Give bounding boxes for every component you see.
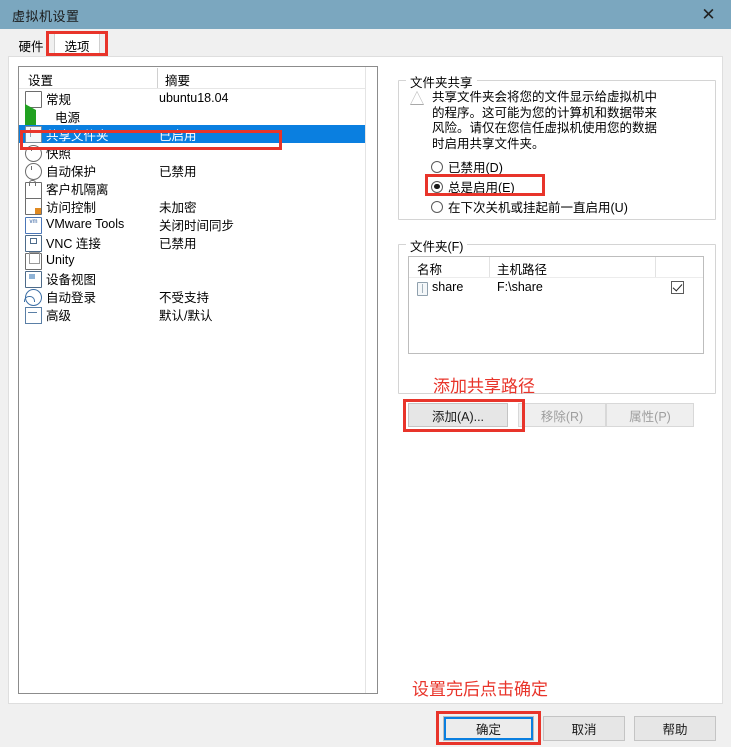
radio-disabled[interactable]: 已禁用(D)	[426, 158, 503, 175]
device-view-icon	[25, 270, 42, 288]
list-item-label: 高级	[46, 308, 72, 323]
snapshot-icon	[25, 144, 42, 162]
help-label: 帮助	[662, 723, 688, 737]
folder-icon	[417, 282, 428, 296]
list-item-label: 共享文件夹	[46, 128, 109, 143]
radio-always-enabled[interactable]: 总是启用(E)	[426, 178, 515, 195]
folder-name: share	[432, 280, 464, 294]
list-item-shared-folders[interactable]: 共享文件夹 已启用	[19, 125, 365, 143]
vnc-icon	[25, 234, 42, 252]
access-control-icon	[25, 198, 42, 215]
radio-disabled-label: 已禁用(D)	[448, 161, 503, 175]
ok-label: 确定	[475, 723, 501, 737]
column-header-name: 名称	[417, 263, 443, 277]
column-header-host-path: 主机路径	[497, 263, 548, 277]
list-item-advanced[interactable]: 高级 默认/默认	[19, 305, 365, 324]
folders-legend: 文件夹(F)	[406, 236, 468, 255]
list-item-power[interactable]: 电源	[19, 103, 365, 131]
ok-button[interactable]: 确定	[443, 716, 534, 741]
folders-table[interactable]: 名称 主机路径 share F:\share	[408, 256, 704, 354]
add-folder-button[interactable]: 添加(A)...	[408, 403, 508, 427]
title-bar: 虚拟机设置 ✕	[0, 0, 731, 29]
list-item-label: 自动登录	[46, 290, 97, 305]
list-item-label: 快照	[46, 146, 72, 161]
clock-icon	[25, 162, 42, 180]
list-item-summary: 未加密	[159, 200, 197, 215]
annotation-click-ok: 设置完后点击确定	[412, 680, 548, 699]
folder-properties-button[interactable]: 属性(P)	[606, 403, 694, 427]
column-divider	[157, 68, 158, 88]
column-header-summary: 摘要	[165, 74, 191, 88]
list-item-label: 访问控制	[46, 200, 97, 215]
radio-always-enabled-label: 总是启用(E)	[448, 181, 515, 195]
add-folder-label: 添加(A)...	[431, 409, 485, 424]
radio-until-shutdown[interactable]: 在下次关机或挂起前一直启用(U)	[426, 198, 628, 215]
list-item-label: 自动保护	[46, 164, 97, 179]
list-item-summary: 已启用	[159, 128, 197, 143]
list-item-label: 客户机隔离	[46, 182, 109, 197]
cancel-label: 取消	[571, 723, 597, 737]
tab-hardware[interactable]: 硬件	[8, 33, 54, 57]
list-item-label: Unity	[46, 253, 75, 267]
remove-folder-button[interactable]: 移除(R)	[518, 403, 606, 427]
list-item-summary: 默认/默认	[159, 308, 213, 323]
settings-list-scrollbar[interactable]	[365, 67, 377, 693]
folder-sharing-legend: 文件夹共享	[406, 72, 477, 91]
folder-icon	[25, 126, 42, 143]
list-item-label: VNC 连接	[46, 236, 101, 251]
list-item-guest-isolation[interactable]: 客户机隔离	[19, 179, 365, 199]
unity-icon	[25, 251, 42, 270]
list-item-label: VMware Tools	[46, 217, 125, 231]
settings-list-header: 设置 摘要	[19, 67, 377, 89]
table-row[interactable]: share F:\share	[409, 278, 703, 298]
radio-indicator	[431, 180, 443, 193]
radio-indicator	[431, 200, 443, 213]
list-item-access-control[interactable]: 访问控制 未加密	[19, 197, 365, 215]
folders-table-header: 名称 主机路径	[409, 257, 703, 278]
remove-folder-label: 移除(R)	[540, 409, 584, 424]
close-icon[interactable]: ✕	[686, 0, 731, 29]
column-header-setting: 设置	[28, 74, 54, 88]
advanced-icon	[25, 306, 42, 324]
annotation-add-share-path: 添加共享路径	[433, 377, 535, 396]
list-item-autoprotect[interactable]: 自动保护 已禁用	[19, 161, 365, 180]
folder-properties-label: 属性(P)	[629, 409, 671, 424]
list-item-summary: 关闭时间同步	[159, 218, 235, 233]
list-item-vmware-tools[interactable]: vm VMware Tools 关闭时间同步	[19, 215, 365, 234]
list-item-summary: ubuntu18.04	[159, 91, 229, 105]
folder-sharing-group: 文件夹共享 共享文件夹会将您的文件显示给虚拟机中 的程序。这可能为您的计算机和数…	[398, 72, 716, 220]
window-title: 虚拟机设置	[12, 9, 80, 24]
cancel-button[interactable]: 取消	[543, 716, 625, 741]
list-item-label: 设备视图	[46, 272, 97, 287]
sharing-warning: 共享文件夹会将您的文件显示给虚拟机中 的程序。这可能为您的计算机和数据带来 风险…	[410, 90, 702, 152]
vmware-tools-icon: vm	[25, 216, 42, 234]
radio-until-shutdown-label: 在下次关机或挂起前一直启用(U)	[448, 201, 628, 215]
list-item-summary: 已禁用	[159, 164, 197, 179]
list-item-general[interactable]: 常规 ubuntu18.04	[19, 89, 365, 108]
folders-group: 文件夹(F) 名称 主机路径 share F:\share	[398, 236, 716, 394]
list-item-unity[interactable]: Unity	[19, 251, 365, 270]
tab-options-label: 选项	[64, 39, 90, 54]
list-item-auto-login[interactable]: 自动登录 不受支持	[19, 287, 365, 306]
folder-host-path: F:\share	[497, 280, 543, 294]
list-item-summary: 不受支持	[159, 290, 210, 305]
list-item-summary: 已禁用	[159, 236, 197, 251]
tab-hardware-label: 硬件	[18, 39, 44, 54]
sharing-warning-text: 共享文件夹会将您的文件显示给虚拟机中 的程序。这可能为您的计算机和数据带来 风险…	[432, 90, 658, 151]
help-button[interactable]: 帮助	[634, 716, 716, 741]
list-item-snapshot[interactable]: 快照	[19, 143, 365, 162]
radio-indicator	[431, 160, 443, 173]
folder-enabled-checkbox[interactable]	[671, 281, 684, 294]
list-item-device-view[interactable]: 设备视图	[19, 269, 365, 288]
tab-options[interactable]: 选项	[54, 33, 100, 57]
list-item-label: 电源	[55, 110, 81, 125]
list-item-vnc-connection[interactable]: VNC 连接 已禁用	[19, 233, 365, 252]
settings-list[interactable]: 设置 摘要 常规 ubuntu18.04 电源 共享文件夹 已启用 快照 自动保…	[18, 66, 378, 694]
column-divider	[655, 257, 656, 277]
tab-strip: 硬件 选项	[0, 29, 731, 57]
column-divider	[489, 257, 490, 277]
user-icon	[24, 288, 42, 306]
warning-triangle-icon	[410, 91, 426, 106]
settings-list-rows: 常规 ubuntu18.04 电源 共享文件夹 已启用 快照 自动保护 已禁用 …	[19, 89, 365, 324]
